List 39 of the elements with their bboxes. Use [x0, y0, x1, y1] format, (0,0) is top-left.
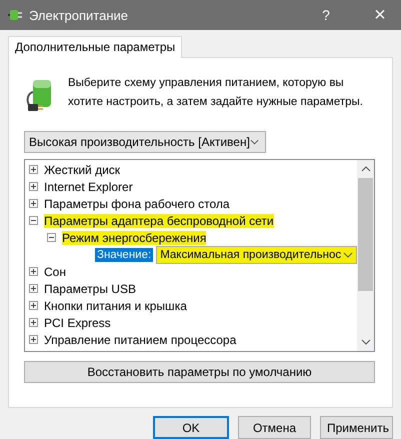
tree-item[interactable]: Параметры фона рабочего стола [44, 196, 230, 210]
scrollbar-thumb[interactable] [358, 178, 373, 291]
dialog-button[interactable]: Отмена [238, 416, 311, 439]
tree-item[interactable]: Режим энергосбережения [62, 230, 206, 244]
tree-item[interactable]: Internet Explorer [44, 180, 133, 194]
tree-item[interactable]: Жесткий диск [44, 162, 120, 176]
expand-icon[interactable] [29, 199, 38, 208]
dialog-button[interactable]: OK [153, 416, 229, 439]
intro-text: Выберите схему управления питанием, которую вы хотите настроить, а затем задайте нужные параметры. [68, 76, 364, 110]
scroll-up-icon[interactable] [360, 166, 370, 172]
expand-icon[interactable] [29, 165, 38, 174]
tree-item[interactable]: Сон [44, 264, 66, 278]
scroll-down-icon[interactable] [360, 339, 370, 345]
scrollbar[interactable] [357, 160, 374, 351]
tab[interactable]: Дополнительные параметры [8, 36, 182, 58]
chevron-down-icon [250, 139, 259, 145]
help-button[interactable]: ? [311, 0, 341, 30]
tree-item[interactable]: Управление питанием процессора [44, 332, 236, 346]
window-title: Электропитание [29, 8, 129, 22]
restore-defaults-button[interactable]: Восстановить параметры по умолчанию [24, 361, 375, 383]
expand-icon[interactable] [29, 318, 38, 327]
expand-icon[interactable] [29, 335, 38, 344]
tree-item[interactable]: Параметры USB [44, 282, 136, 296]
dialog-button[interactable]: Применить [320, 416, 393, 439]
collapse-icon[interactable] [47, 233, 56, 242]
expand-icon[interactable] [29, 301, 38, 310]
tree-item[interactable]: Параметры адаптера беспроводной сети [44, 214, 274, 228]
power-plug-icon [7, 7, 23, 23]
close-button[interactable]: × [359, 0, 401, 30]
value-label: Значение: [95, 248, 154, 262]
value-dropdown[interactable]: Максимальная производительнос [156, 246, 357, 264]
plan-dropdown[interactable]: Высокая производительность [Активен] [24, 131, 266, 153]
expand-icon[interactable] [29, 284, 38, 293]
chevron-down-icon [343, 252, 354, 258]
tree-item[interactable]: PCI Express [44, 316, 111, 330]
collapse-icon[interactable] [29, 216, 38, 225]
expand-icon[interactable] [29, 267, 38, 276]
tree-item[interactable]: Кнопки питания и крышка [44, 298, 187, 312]
expand-icon[interactable] [29, 182, 38, 191]
